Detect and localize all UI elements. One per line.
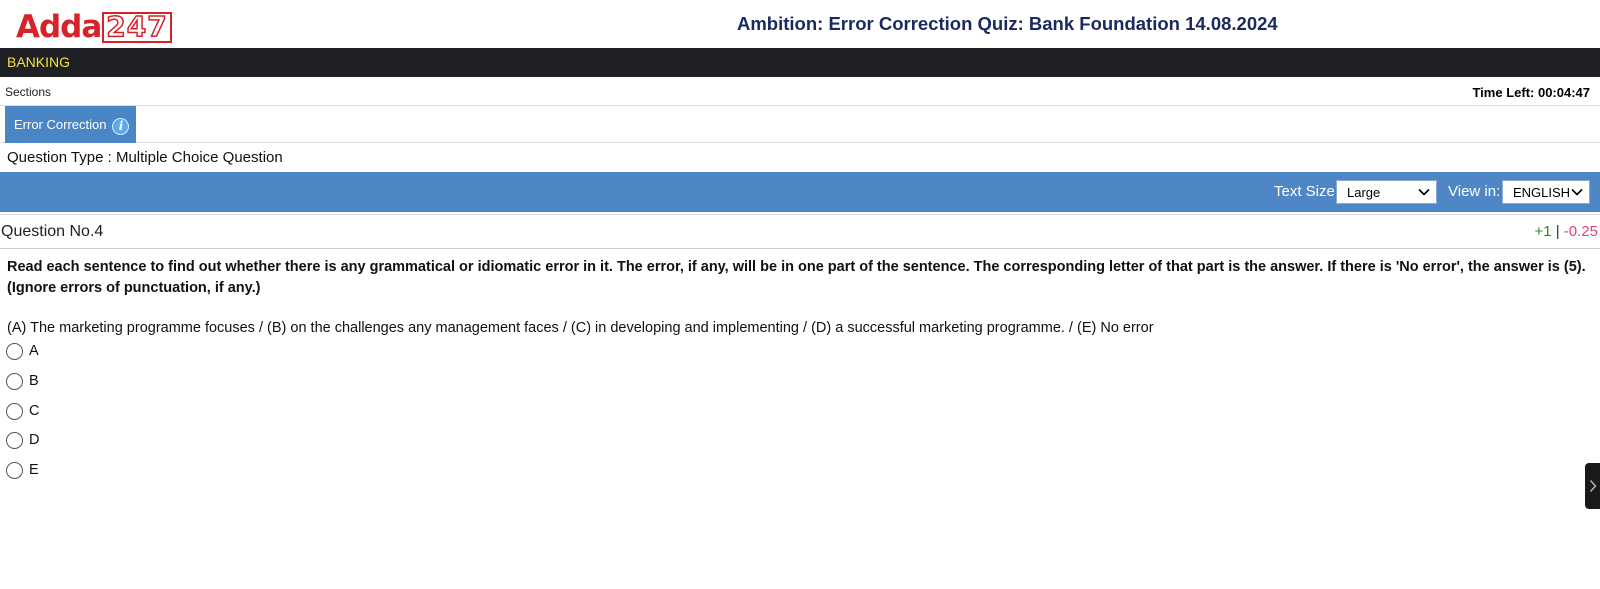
option-c[interactable]: C bbox=[6, 400, 39, 422]
toolbar: Text Size: Large View in: ENGLISH bbox=[0, 172, 1600, 212]
chevron-right-icon bbox=[1589, 480, 1597, 492]
logo-text-adda: Adda bbox=[16, 9, 102, 45]
side-panel-toggle[interactable] bbox=[1585, 463, 1600, 509]
marks-separator: | bbox=[1555, 223, 1560, 240]
question-number-row: Question No.4 +1 | -0.25 bbox=[0, 214, 1600, 249]
sections-label: Sections bbox=[5, 85, 52, 99]
question-text: (A) The marketing programme focuses / (B… bbox=[7, 320, 1154, 336]
option-a[interactable]: A bbox=[6, 340, 39, 362]
section-tabs: Error Correction i bbox=[0, 106, 1600, 143]
sections-bar: Sections Time Left: 00:04:47 bbox=[0, 77, 1600, 106]
chevron-down-icon bbox=[1418, 188, 1430, 196]
option-label: E bbox=[29, 462, 39, 478]
option-b[interactable]: B bbox=[6, 370, 39, 392]
option-e[interactable]: E bbox=[6, 459, 39, 481]
radio-button[interactable] bbox=[6, 402, 23, 420]
radio-button[interactable] bbox=[6, 461, 23, 479]
tab-error-correction[interactable]: Error Correction i bbox=[5, 106, 136, 143]
adda247-logo[interactable]: Adda 247 bbox=[16, 11, 172, 43]
marks: +1 | -0.25 bbox=[1534, 223, 1598, 240]
view-in-label: View in: bbox=[1448, 183, 1501, 200]
option-label: C bbox=[29, 403, 40, 419]
text-size-select[interactable]: Large bbox=[1336, 180, 1437, 204]
marks-negative: -0.25 bbox=[1563, 223, 1598, 240]
category-bar: BANKING bbox=[0, 48, 1600, 77]
language-value: ENGLISH bbox=[1513, 184, 1571, 200]
question-type: Question Type : Multiple Choice Question bbox=[7, 149, 283, 166]
option-label: A bbox=[29, 343, 39, 359]
marks-positive: +1 bbox=[1534, 223, 1552, 240]
time-left: Time Left: 00:04:47 bbox=[1472, 85, 1590, 100]
chevron-down-icon bbox=[1571, 188, 1583, 196]
header: Adda 247 Ambition: Error Correction Quiz… bbox=[0, 0, 1600, 48]
tab-label: Error Correction bbox=[14, 117, 107, 132]
option-label: B bbox=[29, 373, 39, 389]
logo-text-247: 247 bbox=[102, 11, 172, 43]
option-d[interactable]: D bbox=[6, 429, 39, 451]
question-type-row: Question Type : Multiple Choice Question bbox=[0, 143, 1600, 172]
radio-button[interactable] bbox=[6, 372, 23, 390]
quiz-title: Ambition: Error Correction Quiz: Bank Fo… bbox=[737, 13, 1278, 34]
text-size-label: Text Size: bbox=[1274, 183, 1340, 200]
radio-button[interactable] bbox=[6, 431, 23, 449]
radio-button[interactable] bbox=[6, 342, 23, 360]
question-instructions: Read each sentence to find out whether t… bbox=[7, 259, 1586, 296]
text-size-value: Large bbox=[1347, 184, 1381, 200]
language-select[interactable]: ENGLISH bbox=[1502, 180, 1590, 204]
option-label: D bbox=[29, 432, 40, 448]
category-label: BANKING bbox=[7, 54, 71, 70]
info-icon[interactable]: i bbox=[112, 117, 130, 135]
question-number: Question No.4 bbox=[1, 223, 104, 240]
